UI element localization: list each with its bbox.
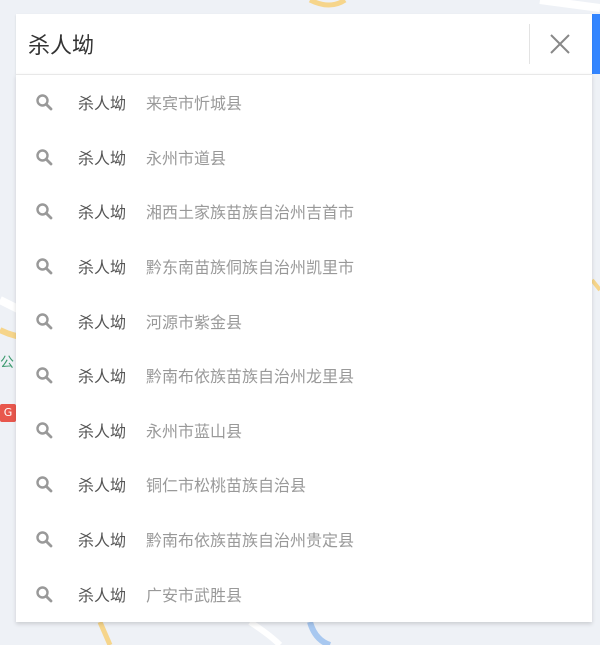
suggestion-region: 广安市武胜县 bbox=[146, 585, 243, 605]
suggestion-name: 杀人坳 bbox=[78, 367, 127, 387]
suggestion-name: 杀人坳 bbox=[78, 148, 127, 168]
suggestion-region: 黔东南苗族侗族自治州凯里市 bbox=[146, 258, 355, 278]
suggestion-item[interactable]: 杀人坳 黔东南苗族侗族自治州凯里市 bbox=[16, 239, 592, 294]
suggestion-name: 杀人坳 bbox=[78, 585, 127, 605]
suggestion-item[interactable]: 杀人坳 河源市紫金县 bbox=[16, 293, 592, 348]
search-input[interactable] bbox=[28, 24, 518, 64]
suggestion-item[interactable]: 杀人坳 广安市武胜县 bbox=[16, 566, 592, 621]
search-icon bbox=[34, 584, 54, 604]
search-icon bbox=[34, 311, 54, 331]
suggestion-item[interactable]: 杀人坳 铜仁市松桃苗族自治县 bbox=[16, 457, 592, 512]
suggestion-region: 黔南布依族苗族自治州龙里县 bbox=[146, 367, 355, 387]
search-icon bbox=[34, 420, 54, 440]
suggestion-list: 杀人坳 来宾市忻城县 杀人坳 永州市道县 杀人坳 湘西土家族苗族自治州吉首市 杀… bbox=[16, 75, 592, 621]
suggestion-region: 永州市道县 bbox=[146, 148, 227, 168]
clear-button[interactable] bbox=[540, 24, 580, 64]
search-box bbox=[16, 14, 592, 74]
suggestion-item[interactable]: 杀人坳 黔南布依族苗族自治州贵定县 bbox=[16, 512, 592, 567]
suggestion-name: 杀人坳 bbox=[78, 531, 127, 551]
suggestion-dropdown: 杀人坳 来宾市忻城县 杀人坳 永州市道县 杀人坳 湘西土家族苗族自治州吉首市 杀… bbox=[16, 74, 592, 622]
suggestion-item[interactable]: 杀人坳 永州市蓝山县 bbox=[16, 403, 592, 458]
search-icon bbox=[34, 92, 54, 112]
suggestion-item[interactable]: 杀人坳 湘西土家族苗族自治州吉首市 bbox=[16, 184, 592, 239]
suggestion-region: 来宾市忻城县 bbox=[146, 94, 243, 114]
suggestion-region: 永州市蓝山县 bbox=[146, 421, 243, 441]
search-icon bbox=[34, 147, 54, 167]
suggestion-name: 杀人坳 bbox=[78, 421, 127, 441]
suggestion-item[interactable]: 杀人坳 永州市道县 bbox=[16, 130, 592, 185]
suggestion-name: 杀人坳 bbox=[78, 312, 127, 332]
search-icon bbox=[34, 201, 54, 221]
suggestion-name: 杀人坳 bbox=[78, 258, 127, 278]
suggestion-item[interactable]: 杀人坳 来宾市忻城县 bbox=[16, 75, 592, 130]
suggestion-region: 铜仁市松桃苗族自治县 bbox=[146, 476, 307, 496]
map-road-badge: G bbox=[0, 404, 16, 422]
map-road-label: 公 bbox=[0, 355, 14, 371]
search-divider bbox=[529, 24, 530, 64]
suggestion-region: 湘西土家族苗族自治州吉首市 bbox=[146, 203, 355, 223]
search-icon bbox=[34, 529, 54, 549]
suggestion-name: 杀人坳 bbox=[78, 94, 127, 114]
search-icon bbox=[34, 365, 54, 385]
suggestion-region: 河源市紫金县 bbox=[146, 312, 243, 332]
suggestion-item[interactable]: 杀人坳 黔南布依族苗族自治州龙里县 bbox=[16, 348, 592, 403]
suggestion-region: 黔南布依族苗族自治州贵定县 bbox=[146, 531, 355, 551]
search-icon bbox=[34, 474, 54, 494]
suggestion-name: 杀人坳 bbox=[78, 476, 127, 496]
search-icon bbox=[34, 256, 54, 276]
suggestion-name: 杀人坳 bbox=[78, 203, 127, 223]
close-icon bbox=[550, 34, 570, 54]
search-button-edge[interactable] bbox=[592, 14, 600, 74]
